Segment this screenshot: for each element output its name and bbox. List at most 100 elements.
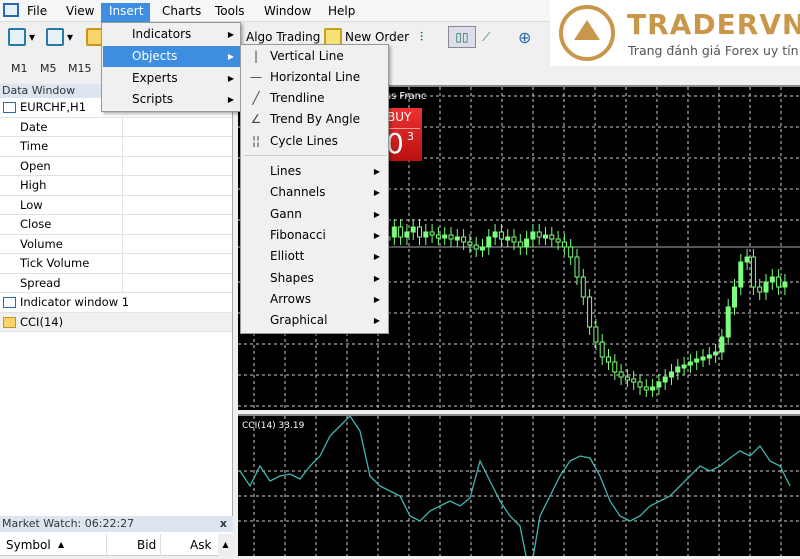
candle (580, 276, 586, 298)
candle (429, 231, 435, 236)
menu-item-vertical-line[interactable]: | Vertical Line (242, 46, 388, 67)
menu-item-horizontal-line[interactable]: — Horizontal Line (242, 67, 388, 88)
candle (593, 326, 599, 343)
menu-item-gann[interactable]: Gann ▶ (242, 204, 388, 225)
trendline-icon: ╱ (252, 91, 260, 105)
new-chart-icon (8, 28, 26, 46)
candle (480, 246, 485, 251)
menu-item-objects[interactable]: Objects ▶ (103, 46, 240, 67)
candle (744, 256, 750, 263)
menu-item-channels[interactable]: Channels ▶ (242, 182, 388, 203)
candle (669, 371, 674, 378)
column-bid[interactable]: Bid (137, 534, 156, 556)
menu-item-indicators[interactable]: Indicators ▶ (103, 24, 240, 45)
data-row-high: High (0, 176, 232, 196)
menu-item-fibonacci[interactable]: Fibonacci ▶ (242, 225, 388, 246)
candle (473, 244, 479, 250)
candle (391, 226, 397, 238)
timeframe-m1[interactable]: M1 (11, 62, 28, 75)
cci-indicator-chart[interactable]: CCI(14) 33.19 (238, 414, 800, 559)
candle (530, 231, 536, 240)
candle (517, 241, 523, 248)
candle (624, 376, 630, 381)
tradervn-logo: TRADERVN Trang đánh giá Forex uy tín (550, 0, 800, 66)
chart-icon (3, 102, 16, 113)
line-chart-button[interactable]: ⟋ (482, 26, 490, 48)
sort-asc-icon: ▲ (58, 540, 65, 549)
menu-help[interactable]: Help (320, 3, 363, 22)
candle (763, 281, 769, 293)
field-label: Close (20, 217, 52, 231)
profiles-button[interactable]: ▾ (46, 26, 73, 48)
menu-item-experts[interactable]: Experts ▶ (103, 68, 240, 89)
market-watch: Market Watch: 06:22:27 x Symbol ▲ Bid Ask… (0, 516, 233, 556)
candle (776, 276, 782, 288)
insert-menu: Indicators ▶ Objects ▶ Experts ▶ Scripts ▶ (101, 22, 241, 112)
menu-item-lines[interactable]: Lines ▶ (242, 161, 388, 182)
menu-item-scripts[interactable]: Scripts ▶ (103, 89, 240, 110)
submenu-arrow-icon: ▶ (227, 74, 234, 83)
candle (732, 286, 737, 308)
submenu-arrow-icon: ▶ (373, 230, 380, 240)
submenu-arrow-icon: ▶ (373, 273, 380, 283)
market-watch-header: Market Watch: 06:22:27 x (0, 516, 233, 532)
timeframe-m5[interactable]: M5 (40, 62, 57, 75)
function-icon (3, 316, 16, 328)
column-symbol[interactable]: Symbol (6, 534, 51, 556)
field-label: Low (20, 197, 43, 212)
candle (599, 341, 605, 358)
column-ask[interactable]: Ask (190, 534, 211, 556)
candle (587, 296, 593, 328)
data-row-low: Low (0, 195, 232, 215)
cci-plot (238, 414, 800, 559)
candle (637, 381, 643, 388)
data-row-spread: Spread (0, 273, 232, 293)
market-watch-title: Market Watch: 06:22:27 (2, 517, 135, 530)
menu-view[interactable]: View (58, 3, 102, 22)
buy-label: BUY (387, 110, 412, 124)
cci-label: CCI(14) 33.19 (242, 421, 305, 431)
menu-tools[interactable]: Tools (207, 3, 253, 22)
scrollbar-up[interactable]: ▲ (218, 534, 233, 556)
data-row-tick-volume: Tick Volume (0, 254, 232, 274)
candle (448, 234, 454, 240)
candle (631, 378, 637, 383)
close-icon[interactable]: x (220, 516, 227, 532)
data-window: Data Window EURCHF,H1 Date Time Open High Lo… (0, 84, 233, 556)
bar-chart-button[interactable]: ⫶ (420, 26, 423, 48)
candlestick-chart-button[interactable]: ▯▯ (448, 26, 476, 48)
trend-angle-icon: ∠ (250, 112, 262, 126)
menu-item-graphical[interactable]: Graphical ▶ (242, 310, 388, 331)
candle (782, 281, 788, 288)
candle (662, 376, 668, 383)
candle (612, 361, 618, 373)
candle (404, 231, 410, 238)
menu-item-shapes[interactable]: Shapes ▶ (242, 268, 388, 289)
menu-insert[interactable]: Insert (101, 3, 150, 22)
timeframe-m15[interactable]: M15 (68, 62, 92, 75)
buy-button[interactable]: BUY 0 3 (384, 108, 422, 161)
field-label: Open (20, 158, 51, 173)
menu-item-trendline[interactable]: ╱ Trendline (242, 88, 388, 109)
candle (700, 356, 706, 361)
new-chart-button[interactable]: ▾ (8, 26, 35, 48)
menu-item-trend-by-angle[interactable]: ∠ Trend By Angle (242, 109, 388, 130)
menu-item-arrows[interactable]: Arrows ▶ (242, 289, 388, 310)
submenu-arrow-icon: ▶ (227, 95, 234, 104)
logo-emblem-icon (559, 5, 615, 61)
profiles-icon (46, 28, 64, 46)
menu-charts[interactable]: Charts (154, 3, 209, 22)
menu-file[interactable]: File (19, 3, 55, 22)
menu-window[interactable]: Window (256, 3, 319, 22)
candle (410, 226, 416, 233)
candle (568, 246, 574, 258)
zoom-in-icon[interactable]: ⊕ (518, 26, 531, 48)
field-label: Spread (20, 275, 61, 290)
buy-price-pips: 3 (407, 130, 414, 143)
chart-icon (3, 297, 16, 308)
logo-name: TRADERVN (627, 8, 800, 41)
menu-item-cycle-lines[interactable]: ¦¦ Cycle Lines (242, 131, 388, 152)
menu-item-elliott[interactable]: Elliott ▶ (242, 246, 388, 267)
new-order-label: New Order (345, 30, 410, 44)
candle (549, 234, 555, 240)
